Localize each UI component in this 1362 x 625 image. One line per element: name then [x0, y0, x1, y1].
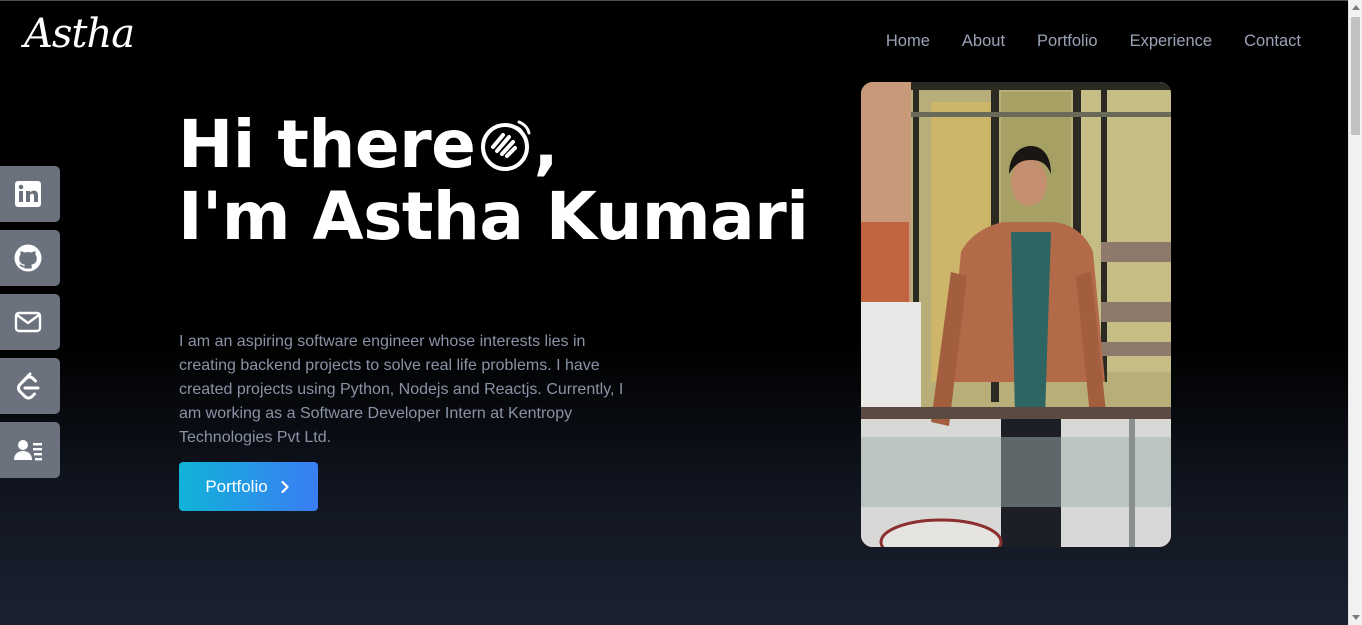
- github-icon: [14, 244, 42, 272]
- social-leetcode[interactable]: [0, 358, 60, 414]
- nav-home[interactable]: Home: [870, 31, 946, 51]
- page: Astha Home About Portfolio Experience Co…: [0, 0, 1348, 625]
- linkedin-icon: [15, 181, 41, 207]
- hero-name: I'm Astha Kumari: [178, 178, 809, 255]
- social-github[interactable]: [0, 230, 60, 286]
- main-nav: Home About Portfolio Experience Contact: [870, 31, 1317, 51]
- hero-description: I am an aspiring software engineer whose…: [179, 333, 624, 446]
- resume-icon: [14, 440, 42, 461]
- site-logo[interactable]: Astha: [24, 11, 135, 57]
- waving-hand-icon: [481, 120, 531, 171]
- mail-icon: [14, 311, 42, 333]
- nav-contact[interactable]: Contact: [1228, 31, 1317, 51]
- portfolio-button[interactable]: Portfolio: [179, 462, 318, 511]
- nav-about[interactable]: About: [946, 31, 1021, 51]
- scroll-thumb[interactable]: [1351, 17, 1360, 135]
- chevron-right-icon: [281, 480, 289, 493]
- hero-greeting-line: Hi there ,: [178, 109, 808, 181]
- nav-experience[interactable]: Experience: [1114, 31, 1229, 51]
- scroll-up-icon[interactable]: [1352, 5, 1360, 10]
- social-sidebar: [0, 166, 60, 478]
- leetcode-icon: [17, 372, 40, 400]
- hero-greeting-suffix: ,: [533, 106, 559, 183]
- social-linkedin[interactable]: [0, 166, 60, 222]
- nav-portfolio[interactable]: Portfolio: [1021, 31, 1114, 51]
- scroll-down-icon[interactable]: [1352, 615, 1360, 620]
- social-mail[interactable]: [0, 294, 60, 350]
- hero-greeting: Hi there: [178, 106, 476, 183]
- profile-photo: [861, 82, 1171, 547]
- hero-title: Hi there , I'm Astha Kumari: [178, 109, 809, 255]
- portfolio-button-label: Portfolio: [205, 476, 268, 496]
- social-resume[interactable]: [0, 422, 60, 478]
- page-scrollbar[interactable]: [1348, 0, 1362, 625]
